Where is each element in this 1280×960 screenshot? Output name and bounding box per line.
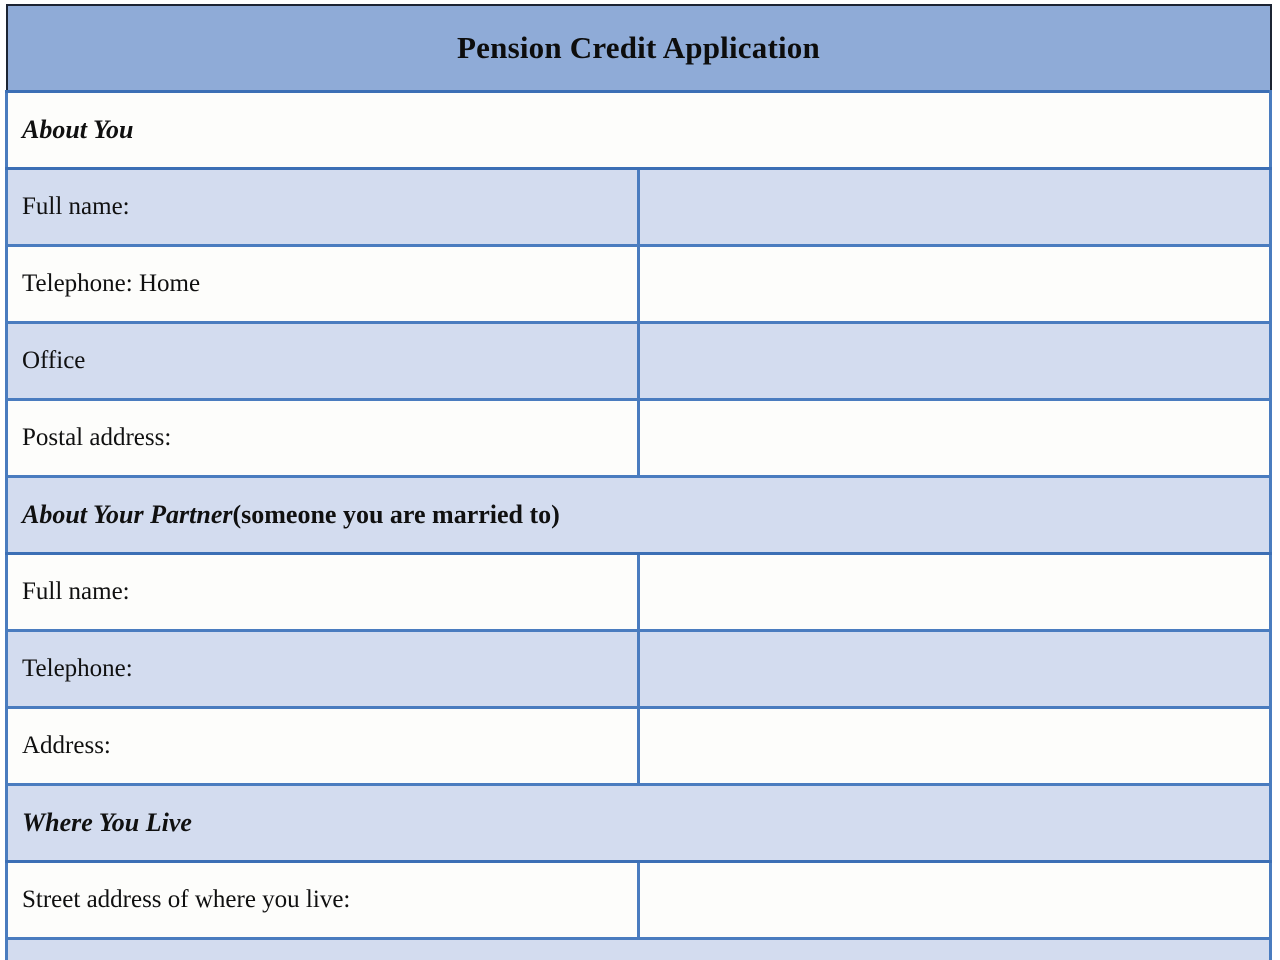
field-label-cell: Full name: (5, 167, 640, 247)
field-label-cell: Telephone: Home (5, 244, 640, 324)
field-row-partner-telephone: Telephone: (5, 629, 1272, 709)
field-row-full-name: Full name: (5, 167, 1272, 247)
page-title: Pension Credit Application (457, 30, 820, 65)
label-partner-address: Address: (22, 732, 111, 759)
label-telephone-home: Telephone: Home (22, 270, 201, 297)
field-row-office: Office (5, 321, 1272, 401)
field-label-cell: Address: (5, 706, 640, 786)
section-header-where-you-live: Where You Live (5, 783, 1272, 863)
input-postal-address[interactable] (638, 398, 1272, 478)
field-row-partner-full-name: Full name: (5, 552, 1272, 632)
section-header-about-you: About You (5, 90, 1272, 170)
field-label-cell: Full name: (5, 552, 640, 632)
field-label-cell: Telephone: (5, 629, 640, 709)
pension-credit-form: Pension Credit Application About You Ful… (0, 0, 1280, 960)
section-title-about-you: About You (22, 115, 134, 144)
field-row-telephone-home: Telephone: Home (5, 244, 1272, 324)
input-partner-telephone[interactable] (638, 629, 1272, 709)
section-header-cell: About Your Partner(someone you are marri… (5, 475, 1272, 555)
input-street-address[interactable] (638, 860, 1272, 940)
label-partner-telephone: Telephone: (22, 655, 133, 682)
field-row-partner-address: Address: (5, 706, 1272, 786)
field-row-street-address: Street address of where you live: (5, 860, 1272, 940)
field-label-cell: Office (5, 321, 640, 401)
label-postal-address: Postal address: (22, 424, 172, 451)
form-title-row: Pension Credit Application (5, 4, 1272, 93)
question-cell: Do you have any dependents? Yes No (5, 937, 1272, 960)
label-partner-full-name: Full name: (22, 578, 130, 605)
form-table: Pension Credit Application About You Ful… (5, 4, 1272, 960)
input-partner-address[interactable] (638, 706, 1272, 786)
question-row-dependents: Do you have any dependents? Yes No (5, 937, 1272, 960)
input-office[interactable] (638, 321, 1272, 401)
label-street-address: Street address of where you live: (22, 886, 351, 913)
input-telephone-home[interactable] (638, 244, 1272, 324)
section-note-about-your-partner: (someone you are married to) (232, 500, 560, 529)
form-title-cell: Pension Credit Application (5, 4, 1272, 93)
field-label-cell: Postal address: (5, 398, 640, 478)
input-full-name[interactable] (638, 167, 1272, 247)
label-full-name: Full name: (22, 193, 130, 220)
input-partner-full-name[interactable] (638, 552, 1272, 632)
section-header-cell: Where You Live (5, 783, 1272, 863)
field-label-cell: Street address of where you live: (5, 860, 640, 940)
section-header-cell: About You (5, 90, 1272, 170)
label-office: Office (22, 347, 86, 374)
field-row-postal-address: Postal address: (5, 398, 1272, 478)
section-title-about-your-partner: About Your Partner (22, 500, 233, 529)
section-title-where-you-live: Where You Live (22, 808, 192, 837)
section-header-about-your-partner: About Your Partner(someone you are marri… (5, 475, 1272, 555)
